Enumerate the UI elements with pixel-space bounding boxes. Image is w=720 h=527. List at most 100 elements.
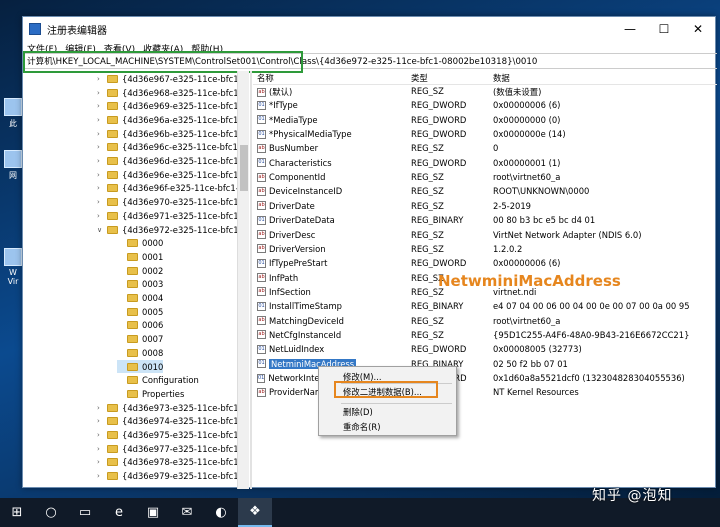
- tree-item[interactable]: › {4d36e977-e325-11ce-bfc1-08: [97, 442, 249, 456]
- folder-icon: [107, 129, 118, 138]
- search-icon[interactable]: ○: [34, 498, 68, 527]
- maximize-button[interactable]: ☐: [647, 17, 681, 41]
- chevron-right-icon[interactable]: ›: [97, 143, 107, 151]
- value-row[interactable]: ab NetCfgInstanceId REG_SZ {95D1C255-A4F6-4…: [253, 330, 717, 344]
- scrollbar-thumb[interactable]: [240, 145, 248, 191]
- tree-item[interactable]: › {4d36e974-e325-11ce-bfc1-08: [97, 415, 249, 429]
- tree-item[interactable]: 0001: [117, 250, 163, 264]
- store-icon[interactable]: ▣: [136, 498, 170, 527]
- tree-item[interactable]: 0005: [117, 305, 163, 319]
- value-row[interactable]: ab BusNumber REG_SZ 0: [253, 143, 717, 157]
- tree-item[interactable]: 0008: [117, 346, 163, 360]
- context-menu-rename[interactable]: 重命名(R): [343, 421, 380, 433]
- tree-item[interactable]: › {4d36e96d-e325-11ce-bfc1-08: [97, 154, 249, 168]
- tree-scrollbar[interactable]: [237, 71, 249, 489]
- context-menu-modify-binary[interactable]: 修改二进制数据(B)...: [343, 386, 422, 398]
- task-view-icon[interactable]: ▭: [68, 498, 102, 527]
- tree-item-label: {4d36e975-e325-11ce-bfc1-08: [122, 430, 249, 441]
- start-windows-icon[interactable]: ⊞: [0, 498, 34, 527]
- tree-item[interactable]: › {4d36e973-e325-11ce-bfc1-08: [97, 401, 249, 415]
- value-row[interactable]: 01 DriverDateData REG_BINARY 00 80 b3 bc e5…: [253, 215, 717, 229]
- chevron-right-icon[interactable]: ›: [97, 171, 107, 179]
- value-row[interactable]: 01 IfTypePreStart REG_DWORD 0x00000006 (6): [253, 258, 717, 272]
- close-button[interactable]: ✕: [681, 17, 715, 41]
- value-row[interactable]: 01 *IfType REG_DWORD 0x00000006 (6): [253, 100, 717, 114]
- chevron-down-icon[interactable]: ∨: [97, 226, 107, 234]
- value-name: *IfType: [269, 100, 298, 111]
- value-type-cell: REG_SZ: [411, 172, 444, 183]
- tree-item[interactable]: › {4d36e970-e325-11ce-bfc1-08: [97, 195, 249, 209]
- chevron-right-icon[interactable]: ›: [97, 75, 107, 83]
- tree-item[interactable]: 0000: [117, 236, 163, 250]
- value-row[interactable]: 01 InstallTimeStamp REG_BINARY e4 07 04 00 …: [253, 301, 717, 315]
- value-name: *PhysicalMediaType: [269, 129, 352, 140]
- address-bar[interactable]: 计算机\HKEY_LOCAL_MACHINE\SYSTEM\ControlSet…: [23, 53, 717, 69]
- mail-icon[interactable]: ✉: [170, 498, 204, 527]
- tree-item[interactable]: › {4d36e96a-e325-11ce-bfc1-08: [97, 113, 249, 127]
- value-row[interactable]: ab MatchingDeviceId REG_SZ root\virtnet60_a: [253, 316, 717, 330]
- chevron-right-icon[interactable]: ›: [97, 445, 107, 453]
- value-row[interactable]: ab DriverVersion REG_SZ 1.2.0.2: [253, 244, 717, 258]
- tree-item[interactable]: › {4d36e979-e325-11ce-bfc1-08: [97, 469, 249, 483]
- chevron-right-icon[interactable]: ›: [97, 157, 107, 165]
- pane-splitter[interactable]: [250, 71, 252, 489]
- context-menu-modify[interactable]: 修改(M)...: [343, 371, 382, 383]
- tree-item[interactable]: › {4d36e967-e325-11ce-bfc1-08: [97, 72, 249, 86]
- minimize-button[interactable]: —: [613, 17, 647, 41]
- tree-item[interactable]: 0002: [117, 264, 163, 278]
- chevron-right-icon[interactable]: ›: [97, 472, 107, 480]
- tree-item[interactable]: Properties: [117, 387, 184, 401]
- chevron-right-icon[interactable]: ›: [97, 184, 107, 192]
- regedit-taskbar-icon[interactable]: ❖: [238, 498, 272, 527]
- tree-item[interactable]: › {4d36e968-e325-11ce-bfc1-08: [97, 86, 249, 100]
- value-row[interactable]: ab DriverDate REG_SZ 2-5-2019: [253, 201, 717, 215]
- chevron-right-icon[interactable]: ›: [97, 198, 107, 206]
- value-row[interactable]: 01 *PhysicalMediaType REG_DWORD 0x0000000e …: [253, 129, 717, 143]
- value-row[interactable]: ab (默认) REG_SZ (数值未设置): [253, 86, 717, 100]
- chevron-right-icon[interactable]: ›: [97, 212, 107, 220]
- tree-item[interactable]: › {4d36e96c-e325-11ce-bfc1-08: [97, 141, 249, 155]
- chevron-right-icon[interactable]: ›: [97, 89, 107, 97]
- chevron-right-icon[interactable]: ›: [97, 417, 107, 425]
- value-row[interactable]: 01 NetLuidIndex REG_DWORD 0x00008005 (32773…: [253, 344, 717, 358]
- folder-icon: [127, 252, 138, 261]
- chevron-right-icon[interactable]: ›: [97, 102, 107, 110]
- context-menu: 修改(M)... 修改二进制数据(B)... 删除(D) 重命名(R): [318, 366, 457, 436]
- tree-item[interactable]: Configuration: [117, 373, 199, 387]
- chevron-right-icon[interactable]: ›: [97, 458, 107, 466]
- column-header-name[interactable]: 名称: [257, 72, 274, 84]
- tree-item[interactable]: › {4d36e971-e325-11ce-bfc1-08: [97, 209, 249, 223]
- tree-item[interactable]: › {4d36e96e-e325-11ce-bfc1-08: [97, 168, 249, 182]
- string-value-icon: ab: [257, 330, 266, 340]
- chevron-right-icon[interactable]: ›: [97, 116, 107, 124]
- column-header-data[interactable]: 数据: [493, 72, 510, 84]
- folder-icon: [107, 458, 118, 467]
- value-name: InfPath: [269, 272, 299, 283]
- tree-item[interactable]: 0006: [117, 319, 163, 333]
- edge-browser-icon[interactable]: e: [102, 498, 136, 527]
- tree-item[interactable]: 0010: [117, 359, 164, 374]
- tree-item[interactable]: › {4d36e96b-e325-11ce-bfc1-08: [97, 127, 249, 141]
- chevron-right-icon[interactable]: ›: [97, 404, 107, 412]
- column-header-type[interactable]: 类型: [411, 72, 428, 84]
- value-row[interactable]: ab DriverDesc REG_SZ VirtNet Network Adapte…: [253, 230, 717, 244]
- value-row[interactable]: 01 Characteristics REG_DWORD 0x00000001 (1): [253, 158, 717, 172]
- tree-item[interactable]: › {4d36e96f-e325-11ce-bfc1-08: [97, 182, 249, 196]
- chevron-right-icon[interactable]: ›: [97, 130, 107, 138]
- value-row[interactable]: ab ComponentId REG_SZ root\virtnet60_a: [253, 172, 717, 186]
- title-bar[interactable]: 注册表编辑器 — ☐ ✕: [23, 17, 715, 41]
- folder-icon: [107, 225, 118, 234]
- value-row[interactable]: ab DeviceInstanceID REG_SZ ROOT\UNKNOWN\000…: [253, 186, 717, 200]
- folder-icon: [107, 184, 118, 193]
- photos-icon[interactable]: ◐: [204, 498, 238, 527]
- tree-item[interactable]: ∨ {4d36e972-e325-11ce-bfc1-08: [97, 223, 249, 237]
- tree-item[interactable]: › {4d36e975-e325-11ce-bfc1-08: [97, 428, 249, 442]
- chevron-right-icon[interactable]: ›: [97, 431, 107, 439]
- context-menu-delete[interactable]: 删除(D): [343, 406, 373, 418]
- tree-item[interactable]: 0004: [117, 291, 163, 305]
- tree-item[interactable]: 0003: [117, 278, 163, 292]
- tree-item[interactable]: › {4d36e969-e325-11ce-bfc1-08: [97, 99, 249, 113]
- tree-item[interactable]: 0007: [117, 332, 163, 346]
- value-row[interactable]: 01 *MediaType REG_DWORD 0x00000000 (0): [253, 115, 717, 129]
- tree-item[interactable]: › {4d36e978-e325-11ce-bfc1-08: [97, 456, 249, 470]
